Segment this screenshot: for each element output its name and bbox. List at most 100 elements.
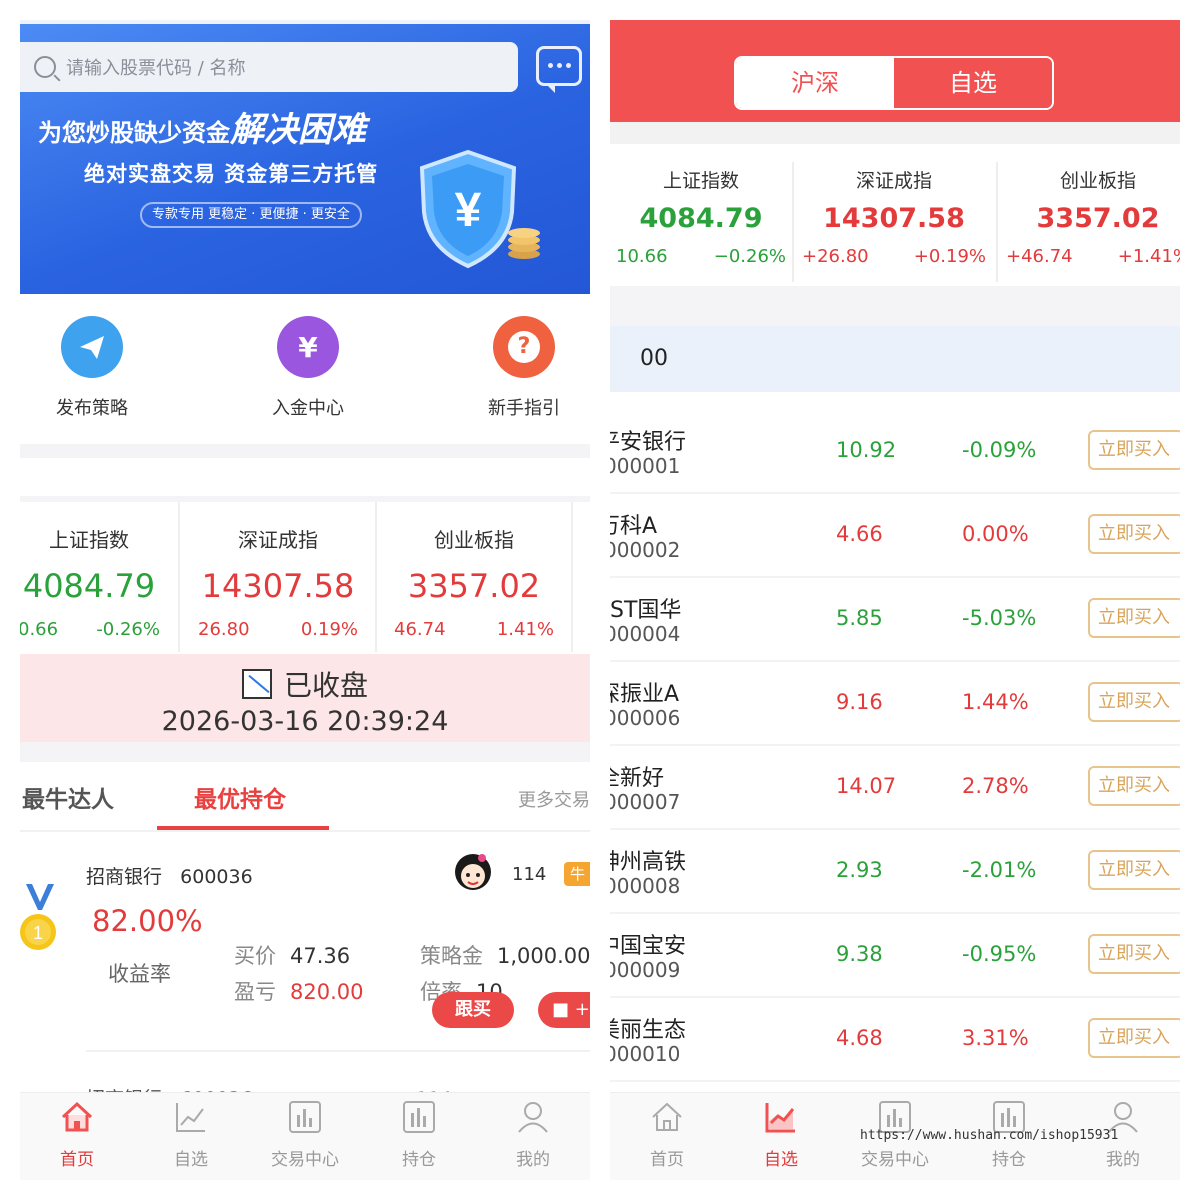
avatar[interactable] xyxy=(452,852,494,896)
user-plus-icon: ■ xyxy=(552,999,570,1020)
position-card[interactable]: 1 招商银行 600036 114 牛 82.00% 收益率 买价 47.36 盈… xyxy=(20,840,590,1060)
index-separator xyxy=(178,502,180,652)
index-card-shenzhen[interactable]: 深证成指 14307.58 +26.80 +0.19% xyxy=(796,144,992,294)
index-value: 4084.79 xyxy=(22,567,156,605)
bottom-tab-bar: 首页 自选 交易中心 持仓 我的 xyxy=(20,1092,590,1180)
buy-now-button[interactable]: 立即买入 xyxy=(1088,766,1180,806)
buy-now-button[interactable]: 立即买入 xyxy=(1088,850,1180,890)
stock-name: 平安银行 xyxy=(610,430,687,455)
tabbar-label: 交易中心 xyxy=(271,1150,339,1170)
quick-action-label: 入金中心 xyxy=(272,398,344,419)
index-card-shanghai[interactable]: 上证指数 4084.79 0.66 -0.26% xyxy=(20,502,178,652)
buy-now-button[interactable]: 立即买入 xyxy=(1088,514,1180,554)
tabbar-item-mine[interactable]: 我的 xyxy=(476,1093,590,1180)
message-icon[interactable] xyxy=(536,46,582,93)
stock-price: 4.66 xyxy=(836,522,883,546)
segment-watchlist[interactable]: 自选 xyxy=(894,58,1052,108)
buy-now-button[interactable]: 立即买入 xyxy=(1088,598,1180,638)
stock-row[interactable]: 平安银行 000001 10.92 -0.09% 立即买入 xyxy=(610,410,1180,494)
index-change-value: 0.66 xyxy=(20,619,59,640)
market-header: 沪深 自选 xyxy=(610,20,1180,122)
stock-code: 000006 xyxy=(610,706,681,730)
strategy-amount: 策略金 1,000.00 xyxy=(420,940,590,970)
tabbar-item-watchlist[interactable]: 自选 xyxy=(134,1093,248,1180)
user-icon xyxy=(518,1102,548,1133)
header-divider xyxy=(610,122,1180,144)
banner-tagline: 专款专用 更稳定 · 更便捷 · 更安全 xyxy=(140,202,362,228)
index-card-shenzhen[interactable]: 深证成指 14307.58 26.80 0.19% xyxy=(180,502,376,652)
stock-change: 0.00% xyxy=(962,522,1029,546)
market-status: 已收盘 xyxy=(20,664,590,704)
tabbar-label: 自选 xyxy=(764,1150,798,1170)
stock-row[interactable]: 神州高铁 000008 2.93 -2.01% 立即买入 xyxy=(610,830,1180,914)
strategy-amount-value: 1,000.00 xyxy=(497,944,590,968)
index-change-value: +26.80 xyxy=(802,246,869,267)
coin-stack-icon xyxy=(508,228,540,259)
screenshot-canvas: 请输入股票代码 / 名称 为您炒股缺少资金解决困难 绝对实盘交易 资金第三方托管… xyxy=(0,0,1200,1200)
stock-price: 5.85 xyxy=(836,606,883,630)
search-input[interactable]: 请输入股票代码 / 名称 xyxy=(20,42,518,92)
trend-chart-icon xyxy=(765,1103,795,1133)
quick-action-deposit-center[interactable]: ¥ 入金中心 xyxy=(238,316,378,420)
more-trades-link[interactable]: 更多交易 xyxy=(518,786,590,812)
strategy-amount-label: 策略金 xyxy=(420,944,483,968)
stock-row[interactable]: ST国华 000004 5.85 -5.03% 立即买入 xyxy=(610,578,1180,662)
market-status-text: 已收盘 xyxy=(283,669,368,702)
banner-subtitle: 绝对实盘交易 资金第三方托管 xyxy=(84,162,379,186)
tabbar-label: 持仓 xyxy=(992,1150,1026,1170)
tabbar-item-watchlist[interactable]: 自选 xyxy=(724,1093,838,1180)
stock-name: 深振业A xyxy=(610,682,680,707)
segment-hushen[interactable]: 沪深 xyxy=(736,58,894,108)
watchlist-screen: 沪深 自选 上证指数 4084.79 10.66 −0.26% 深证成指 143… xyxy=(610,20,1180,1180)
index-change: +46.74 +1.41% xyxy=(1000,246,1180,267)
section-divider xyxy=(610,286,1180,326)
stock-price: 4.68 xyxy=(836,1026,883,1050)
position-stock-name: 招商银行 xyxy=(86,866,163,888)
quick-action-publish-strategy[interactable]: 发布策略 xyxy=(22,316,162,420)
watermark-text: https://www.hushan.com/ishop15931 xyxy=(860,1128,1119,1143)
stock-name: 中国宝安 xyxy=(610,934,687,959)
buy-now-button[interactable]: 立即买入 xyxy=(1088,1018,1180,1058)
market-segment-control: 沪深 自选 xyxy=(734,56,1054,110)
stock-code: 000001 xyxy=(610,454,681,478)
section-divider xyxy=(20,742,590,762)
stock-price: 9.16 xyxy=(836,690,883,714)
index-card-shanghai[interactable]: 上证指数 4084.79 10.66 −0.26% xyxy=(610,144,792,294)
buy-now-button[interactable]: 立即买入 xyxy=(1088,430,1180,470)
stock-row[interactable]: 美丽生态 000010 4.68 3.31% 立即买入 xyxy=(610,998,1180,1082)
follow-buy-button[interactable]: 跟买 xyxy=(432,992,514,1028)
promo-banner[interactable]: 请输入股票代码 / 名称 为您炒股缺少资金解决困难 绝对实盘交易 资金第三方托管… xyxy=(20,20,590,294)
banner-title-emphasis: 解决困难 xyxy=(230,110,366,150)
stock-row[interactable]: 中国宝安 000009 9.38 -0.95% 立即买入 xyxy=(610,914,1180,998)
tabbar-item-trading-center[interactable]: 交易中心 xyxy=(248,1093,362,1180)
index-value: 3357.02 xyxy=(407,567,541,605)
quick-action-beginner-guide[interactable]: ? 新手指引 xyxy=(454,316,590,420)
buy-now-button[interactable]: 立即买入 xyxy=(1088,682,1180,722)
buy-now-button[interactable]: 立即买入 xyxy=(1088,934,1180,974)
tabbar-label: 我的 xyxy=(1106,1150,1140,1170)
tabbar-item-home[interactable]: 首页 xyxy=(20,1093,134,1180)
index-card-chinext[interactable]: 创业板指 3357.02 +46.74 +1.41% xyxy=(1000,144,1180,294)
index-value: 4084.79 xyxy=(639,203,763,234)
tab-top-traders[interactable]: 最牛达人 xyxy=(22,780,114,814)
search-placeholder: 请输入股票代码 / 名称 xyxy=(66,58,246,79)
stock-change: 3.31% xyxy=(962,1026,1029,1050)
stock-row[interactable]: 万科A 000002 4.66 0.00% 立即买入 xyxy=(610,494,1180,578)
stock-row[interactable]: 深振业A 000006 9.16 1.44% 立即买入 xyxy=(610,662,1180,746)
tab-best-positions[interactable]: 最优持仓 xyxy=(194,780,286,814)
stock-price: 2.93 xyxy=(836,858,883,882)
add-follow-button[interactable]: ■ + xyxy=(538,992,590,1028)
position-stock-code: 600036 xyxy=(180,866,253,888)
home-icon xyxy=(652,1102,682,1131)
index-value: 14307.58 xyxy=(823,203,965,234)
bull-badge: 牛 xyxy=(564,862,590,886)
index-separator xyxy=(792,162,794,282)
stock-row[interactable]: 全新好 000007 14.07 2.78% 立即买入 xyxy=(610,746,1180,830)
tabbar-label: 我的 xyxy=(516,1150,550,1170)
index-change-value: 46.74 xyxy=(394,619,446,640)
tabbar-item-holdings[interactable]: 持仓 xyxy=(362,1093,476,1180)
stock-code: 000010 xyxy=(610,1042,681,1066)
quick-actions: 发布策略 ¥ 入金中心 ? 新手指引 xyxy=(20,316,590,440)
index-card-chinext[interactable]: 创业板指 3357.02 46.74 1.41% xyxy=(376,502,572,652)
tabbar-item-home[interactable]: 首页 xyxy=(610,1093,724,1180)
